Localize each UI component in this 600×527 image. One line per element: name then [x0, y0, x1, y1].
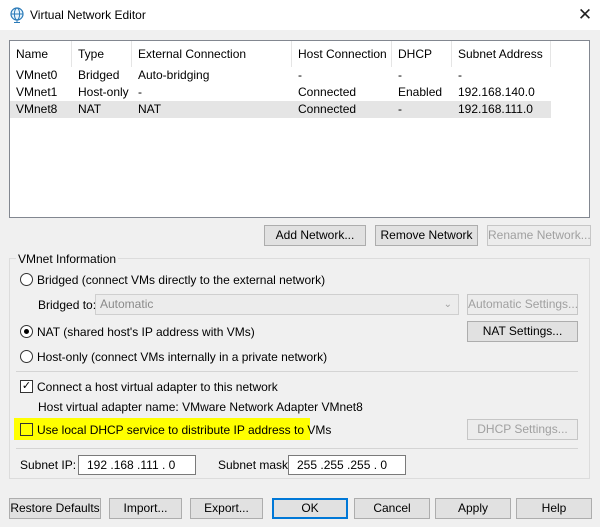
- restore-defaults-button[interactable]: Restore Defaults: [9, 498, 101, 519]
- bridged-to-label: Bridged to:: [38, 298, 97, 312]
- column-header-dhcp[interactable]: DHCP: [392, 41, 452, 67]
- rename-network-button[interactable]: Rename Network...: [487, 225, 591, 246]
- import-button[interactable]: Import...: [109, 498, 182, 519]
- vmnet-information-group: [9, 258, 590, 479]
- chevron-down-icon: ⌄: [443, 299, 452, 310]
- help-button[interactable]: Help: [516, 498, 592, 519]
- table-row[interactable]: VMnet0 Bridged Auto-bridging - - -: [10, 67, 551, 84]
- table-row-selected[interactable]: VMnet8 NAT NAT Connected - 192.168.111.0: [10, 101, 551, 118]
- column-header-name[interactable]: Name: [10, 41, 72, 67]
- nat-settings-button[interactable]: NAT Settings...: [467, 321, 578, 342]
- subnet-mask-label: Subnet mask:: [218, 458, 292, 472]
- column-header-host-connection[interactable]: Host Connection: [292, 41, 392, 67]
- cell-dhcp: Enabled: [398, 85, 443, 99]
- add-network-button[interactable]: Add Network...: [264, 225, 366, 246]
- cell-subnet-address: -: [458, 68, 462, 82]
- cell-host-connection: -: [298, 68, 302, 82]
- cell-subnet-address: 192.168.140.0: [458, 85, 535, 99]
- cell-type: NAT: [78, 102, 102, 116]
- column-header-type[interactable]: Type: [72, 41, 132, 67]
- host-only-label[interactable]: Host-only (connect VMs internally in a p…: [37, 350, 327, 364]
- window-title: Virtual Network Editor: [30, 8, 146, 22]
- dhcp-label[interactable]: Use local DHCP service to distribute IP …: [37, 423, 331, 437]
- adapter-name-text: Host virtual adapter name: VMware Networ…: [38, 400, 363, 414]
- cell-dhcp: -: [398, 102, 402, 116]
- nat-label[interactable]: NAT (shared host's IP address with VMs): [37, 325, 255, 339]
- host-only-radio[interactable]: [20, 350, 33, 363]
- divider: [16, 371, 578, 372]
- export-button[interactable]: Export...: [190, 498, 263, 519]
- cell-external-connection: -: [138, 85, 142, 99]
- apply-button[interactable]: Apply: [435, 498, 511, 519]
- connect-adapter-checkbox[interactable]: ✓: [20, 380, 33, 393]
- cell-type: Bridged: [78, 68, 120, 82]
- checkmark-icon: ✓: [21, 380, 32, 392]
- cell-dhcp: -: [398, 68, 402, 82]
- cell-type: Host-only: [78, 85, 129, 99]
- column-header-subnet-address[interactable]: Subnet Address: [452, 41, 551, 67]
- subnet-ip-field[interactable]: 192 .168 .111 . 0: [78, 455, 196, 475]
- cell-name: VMnet8: [16, 102, 58, 116]
- bridged-to-select[interactable]: Automatic ⌄: [95, 294, 459, 315]
- cell-name: VMnet0: [16, 68, 58, 82]
- subnet-mask-field[interactable]: 255 .255 .255 . 0: [288, 455, 406, 475]
- cell-external-connection: Auto-bridging: [138, 68, 210, 82]
- cell-name: VMnet1: [16, 85, 58, 99]
- group-title: VMnet Information: [16, 252, 119, 266]
- network-list[interactable]: Name Type External Connection Host Conne…: [9, 40, 590, 218]
- dhcp-checkbox[interactable]: [20, 423, 33, 436]
- close-icon[interactable]: ✕: [572, 3, 598, 27]
- remove-network-button[interactable]: Remove Network: [375, 225, 478, 246]
- network-globe-icon: [10, 7, 24, 23]
- automatic-settings-button[interactable]: Automatic Settings...: [467, 294, 578, 315]
- cancel-button[interactable]: Cancel: [354, 498, 430, 519]
- subnet-ip-label: Subnet IP:: [20, 458, 77, 472]
- bridged-to-value: Automatic: [100, 297, 154, 311]
- ok-button[interactable]: OK: [272, 498, 348, 519]
- bridged-radio[interactable]: [20, 273, 33, 286]
- connect-adapter-label[interactable]: Connect a host virtual adapter to this n…: [37, 380, 278, 394]
- bridged-label[interactable]: Bridged (connect VMs directly to the ext…: [37, 273, 325, 287]
- column-header-external-connection[interactable]: External Connection: [132, 41, 292, 67]
- cell-host-connection: Connected: [298, 102, 357, 116]
- cell-external-connection: NAT: [138, 102, 162, 116]
- divider: [16, 448, 578, 449]
- dhcp-settings-button[interactable]: DHCP Settings...: [467, 419, 578, 440]
- radio-selected-dot: [24, 329, 29, 334]
- table-row[interactable]: VMnet1 Host-only - Connected Enabled 192…: [10, 84, 551, 101]
- cell-host-connection: Connected: [298, 85, 357, 99]
- cell-subnet-address: 192.168.111.0: [458, 102, 533, 116]
- nat-radio[interactable]: [20, 325, 33, 338]
